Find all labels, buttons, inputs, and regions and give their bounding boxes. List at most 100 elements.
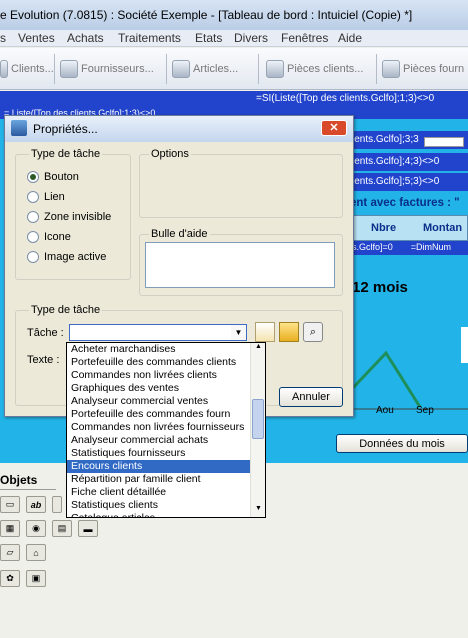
toolbar: Clients... Fournisseurs... Articles... P… (0, 48, 468, 90)
radio-zone-invisible[interactable]: Zone invisible (27, 211, 111, 223)
col-nbre: Nbre (371, 222, 397, 234)
list-item[interactable]: Analyseur commercial ventes (67, 395, 250, 408)
divider (0, 489, 56, 490)
options-group-title: Options (149, 148, 191, 160)
object-grid-icon[interactable]: ▦ (0, 520, 20, 537)
object-text-icon[interactable]: ab (26, 496, 46, 513)
dialog-title: Propriétés... (33, 122, 98, 136)
list-items: Acheter marchandises Portefeuille des com… (67, 343, 265, 517)
suppliers-icon (60, 60, 78, 78)
object-chart-icon[interactable]: ✿ (0, 570, 20, 587)
search-icon[interactable]: ⌕ (303, 322, 323, 342)
list-item[interactable]: Catalogue articles (67, 512, 250, 517)
chart-title: 12 mois (352, 279, 408, 296)
menu-bar: s Ventes Achats Traitements Etats Divers… (0, 30, 468, 47)
dash-field[interactable] (424, 137, 464, 147)
scroll-up-icon[interactable]: ▲ (252, 343, 265, 355)
new-document-icon[interactable] (255, 322, 275, 342)
menu-aide[interactable]: Aide (338, 31, 362, 45)
toolbar-pieces-fourn[interactable]: Pièces fourn (382, 58, 464, 80)
toolbar-fournisseurs[interactable]: Fournisseurs... (60, 58, 154, 80)
radio-lien[interactable]: Lien (27, 191, 65, 203)
help-group-title: Bulle d'aide (149, 228, 210, 240)
list-item[interactable]: Encours clients (67, 460, 250, 473)
folder-icon[interactable] (279, 322, 299, 342)
object-image-icon[interactable]: ◉ (26, 520, 46, 537)
chevron-down-icon[interactable]: ▼ (231, 325, 246, 340)
list-item[interactable]: Commandes non livrées clients (67, 369, 250, 382)
toolbar-separator (258, 54, 259, 84)
scrollbar[interactable]: ▲ ▼ (250, 343, 265, 517)
tache-select[interactable]: ▼ (69, 324, 247, 341)
annuler-button[interactable]: Annuler (279, 387, 343, 407)
radio-bouton[interactable]: Bouton (27, 171, 79, 183)
list-item[interactable]: Graphiques des ventes (67, 382, 250, 395)
app-icon (11, 120, 27, 136)
scroll-thumb[interactable] (252, 399, 264, 439)
texte-label: Texte : (27, 354, 60, 366)
sales-chart (350, 350, 468, 410)
tick-sep: Sep (416, 405, 434, 416)
list-item[interactable]: Portefeuille des commandes fourn (67, 408, 250, 421)
col-montant: Montan (423, 222, 463, 234)
dialog-title-bar: Propriétés... ✕ (5, 116, 353, 142)
menu-ventes[interactable]: Ventes (18, 31, 55, 45)
object-list-icon[interactable]: ▤ (52, 520, 72, 537)
tache-dropdown-list[interactable]: Acheter marchandises Portefeuille des com… (66, 342, 266, 518)
list-item[interactable]: Acheter marchandises (67, 343, 250, 356)
menu-edit-partial[interactable]: s (0, 31, 6, 45)
radio-icone[interactable]: Icone (27, 231, 71, 243)
toolbar-pieces-clients[interactable]: Pièces clients... (266, 58, 363, 80)
object-folder-icon[interactable]: ▱ (0, 544, 20, 561)
list-item[interactable]: Portefeuille des commandes clients (67, 356, 250, 369)
toolbar-separator (166, 54, 167, 84)
toolbar-separator (376, 54, 377, 84)
objects-title: Objets (0, 473, 38, 487)
formula-row: =SI(Liste([Top des clients.Gclfo];1;3)<>… (0, 91, 468, 107)
menu-divers[interactable]: Divers (234, 31, 268, 45)
chart-line (350, 350, 422, 408)
list-item[interactable]: Commandes non livrées fournisseurs (67, 421, 250, 434)
window-title-bar: e Evolution (7.0815) : Société Exemple -… (0, 0, 468, 30)
articles-icon (172, 60, 190, 78)
close-icon[interactable]: ✕ (321, 120, 347, 136)
toolbar-separator (54, 54, 55, 84)
factures-header: ent avec factures : " (350, 197, 460, 209)
menu-fenetres[interactable]: Fenêtres (281, 31, 328, 45)
menu-traitements[interactable]: Traitements (118, 31, 181, 45)
toolbar-articles[interactable]: Articles... (172, 58, 238, 80)
options-group (139, 154, 343, 218)
menu-etats[interactable]: Etats (195, 31, 222, 45)
toolbar-clients[interactable]: Clients... (0, 58, 54, 80)
radio-icon (27, 251, 39, 263)
object-home-icon[interactable]: ⌂ (26, 544, 46, 561)
radio-checked-icon (27, 171, 39, 183)
object-rectangle-icon[interactable]: ▭ (0, 496, 20, 513)
donnees-du-mois-button[interactable]: Données du mois (336, 434, 468, 453)
documents-icon (266, 60, 284, 78)
object-partial-icon[interactable] (52, 496, 62, 513)
table-row: s.Gclfo]=0 =DimNum (350, 241, 468, 255)
object-button-icon[interactable]: ▬ (78, 520, 98, 537)
help-textarea[interactable] (145, 242, 335, 288)
menu-achats[interactable]: Achats (67, 31, 104, 45)
clients-icon (0, 60, 8, 78)
list-item[interactable]: Statistiques clients (67, 499, 250, 512)
type-group-title: Type de tâche (29, 148, 103, 160)
list-item[interactable]: Fiche client détaillée (67, 486, 250, 499)
radio-icon (27, 211, 39, 223)
scroll-down-icon[interactable]: ▼ (252, 505, 265, 517)
object-document-icon[interactable]: ▣ (26, 570, 46, 587)
table-header: Nbre Montan (350, 215, 468, 241)
radio-image-active[interactable]: Image active (27, 251, 106, 263)
window-title: e Evolution (7.0815) : Société Exemple -… (0, 8, 413, 22)
radio-icon (27, 191, 39, 203)
list-item[interactable]: Statistiques fournisseurs (67, 447, 250, 460)
tick-aou: Aou (376, 405, 394, 416)
list-item[interactable]: Répartition par famille client (67, 473, 250, 486)
tache-label: Tâche : (27, 327, 64, 339)
formula-row: ients.Gclfo];4;3)<>0 (350, 153, 468, 171)
formula-row: ients.Gclfo];5;3)<>0 (350, 173, 468, 191)
list-item[interactable]: Analyseur commercial achats (67, 434, 250, 447)
task-group-title: Type de tâche (29, 304, 103, 316)
